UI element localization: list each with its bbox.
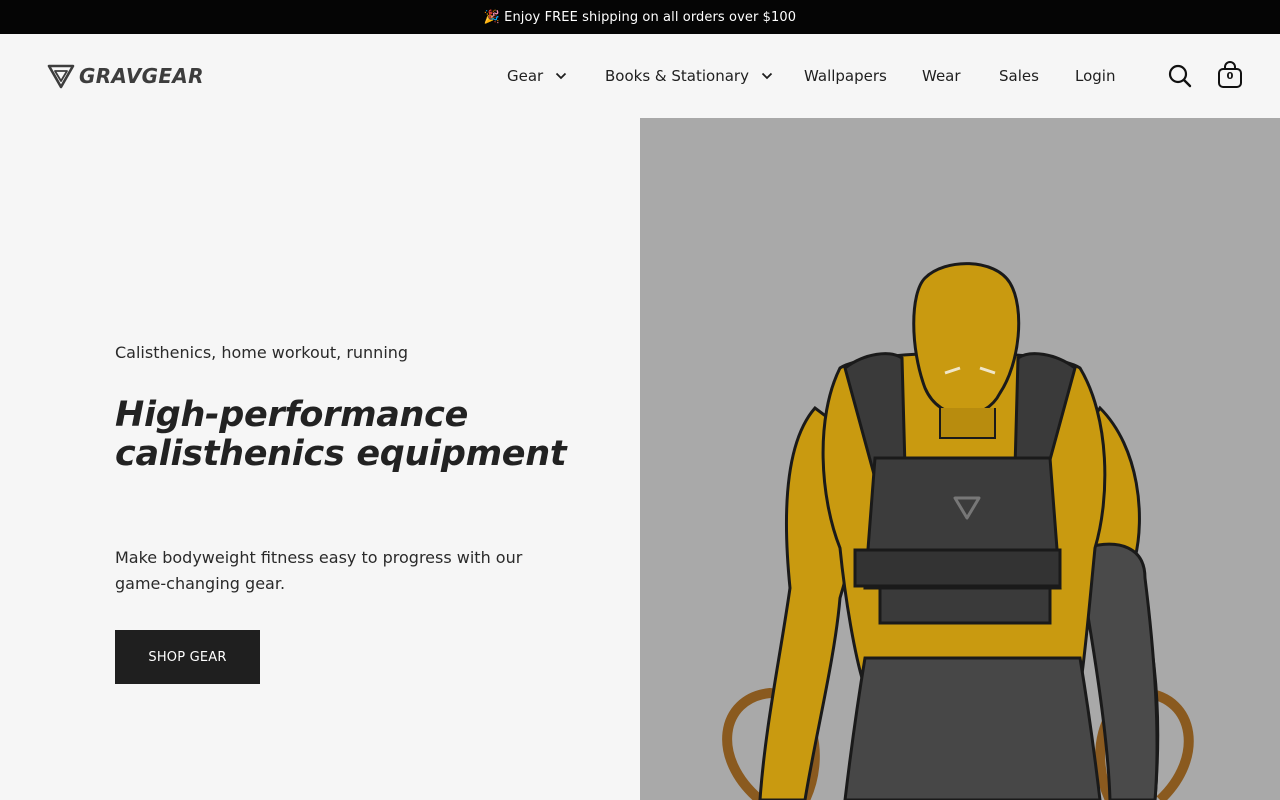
athlete-weighted-vest-illustration (722, 262, 1194, 800)
nav-item-gear[interactable]: Gear (507, 66, 567, 86)
site-header: GRAVGEAR Gear Books & Stationary Wallpap… (0, 34, 1280, 118)
cart-count: 0 (1226, 71, 1234, 82)
nav-item-label: Gear (507, 67, 544, 85)
nav-item-books-stationary[interactable]: Books & Stationary (605, 66, 773, 86)
hero-eyebrow: Calisthenics, home workout, running (115, 343, 409, 362)
nav-item-label: Login (1075, 67, 1116, 85)
nav-item-sales[interactable]: Sales (999, 66, 1039, 86)
nav-item-login[interactable]: Login (1075, 66, 1115, 86)
search-button[interactable] (1168, 64, 1192, 88)
nav-item-wallpapers[interactable]: Wallpapers (804, 66, 887, 86)
shop-gear-button[interactable]: SHOP GEAR (115, 630, 260, 684)
nav-item-wear[interactable]: Wear (922, 66, 961, 86)
nav-item-label: Books & Stationary (605, 67, 749, 85)
announcement-bar: 🎉 Enjoy FREE shipping on all orders over… (0, 0, 1280, 34)
chevron-down-icon (556, 72, 567, 80)
main-nav: Gear Books & Stationary Wallpapers Wear … (0, 34, 1280, 118)
cart-button[interactable]: 0 (1217, 60, 1243, 90)
chevron-down-icon (761, 72, 773, 80)
party-popper-icon: 🎉 (483, 9, 501, 25)
announcement-text: Enjoy FREE shipping on all orders over $… (504, 9, 797, 25)
hero-image (640, 118, 1280, 800)
hero-headline: High-performance calisthenics equipment (115, 395, 567, 474)
nav-item-label: Sales (999, 67, 1039, 85)
nav-item-label: Wear (922, 67, 961, 85)
hero-subtext: Make bodyweight fitness easy to progress… (115, 548, 523, 593)
nav-item-label: Wallpapers (804, 67, 887, 85)
search-icon (1168, 64, 1192, 88)
